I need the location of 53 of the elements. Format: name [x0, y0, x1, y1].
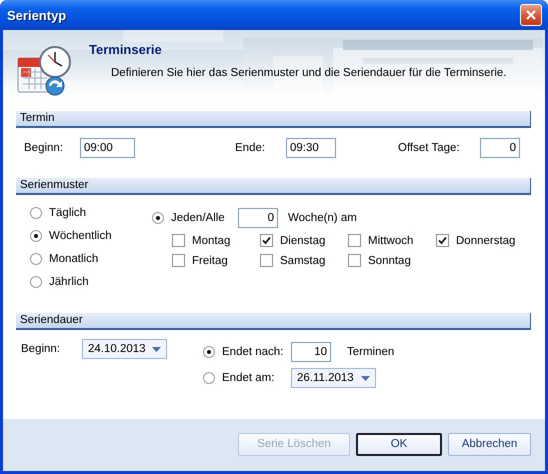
- banner-description: Definieren Sie hier das Serienmuster und die Seriendauer für die Terminserie.: [110, 67, 506, 79]
- checkbox[interactable]: [348, 254, 361, 267]
- section-header: Termin: [16, 111, 531, 128]
- checkbox-label: Dienstag: [280, 234, 326, 246]
- radio-button[interactable]: [30, 252, 42, 264]
- close-icon: [525, 9, 537, 21]
- checkbox[interactable]: [172, 234, 185, 247]
- count-field[interactable]: 10: [291, 342, 331, 362]
- field-label: Beginn:: [24, 142, 64, 154]
- radio-label: Endet nach:: [222, 346, 284, 358]
- radio-label: Monatlich: [49, 252, 98, 264]
- dropdown-arrow-icon[interactable]: [152, 346, 161, 352]
- radio-label: Täglich: [49, 206, 86, 218]
- radio-button[interactable]: [30, 206, 42, 218]
- radio-label: Jeden/Alle: [171, 212, 225, 224]
- input-field[interactable]: 09:00: [80, 138, 135, 158]
- close-button[interactable]: [520, 4, 542, 26]
- checkbox-label: Samstag: [280, 254, 326, 266]
- date-dropdown[interactable]: 24.10.2013: [82, 339, 167, 359]
- banner-title: Terminserie: [89, 42, 163, 57]
- radio-button[interactable]: [30, 276, 42, 288]
- window-title: Serientyp: [7, 8, 66, 22]
- checkbox[interactable]: [260, 234, 273, 247]
- checkbox-label: Donnerstag: [456, 234, 516, 246]
- radio-button[interactable]: [203, 346, 215, 358]
- input-field[interactable]: 0: [480, 138, 520, 158]
- dialog-button[interactable]: OK: [356, 432, 442, 456]
- checkbox[interactable]: [260, 254, 273, 267]
- radio-button[interactable]: [30, 230, 42, 242]
- radio-button[interactable]: [203, 372, 215, 384]
- checkbox-label: Montag: [192, 234, 230, 246]
- unit-label: Terminen: [347, 346, 394, 358]
- checkbox[interactable]: [436, 234, 449, 247]
- date-dropdown[interactable]: 26.11.2013: [291, 368, 376, 388]
- section-header: Serienmuster: [16, 178, 531, 195]
- input-field[interactable]: 09:30: [286, 138, 336, 158]
- radio-button[interactable]: [152, 212, 164, 224]
- section-header: Seriendauer: [16, 313, 531, 330]
- dialog-button[interactable]: Abbrechen: [448, 432, 531, 456]
- checkbox-label: Freitag: [192, 254, 228, 266]
- checkbox[interactable]: [348, 234, 361, 247]
- checkbox-label: Mittwoch: [368, 234, 414, 246]
- radio-label: Endet am:: [222, 372, 274, 384]
- field-label: Offset Tage:: [398, 142, 461, 154]
- checkbox[interactable]: [172, 254, 185, 267]
- radio-label: Jährlich: [49, 276, 89, 288]
- field-label: Beginn:: [21, 343, 62, 355]
- field-label: Ende:: [235, 142, 266, 154]
- dropdown-arrow-icon[interactable]: [361, 376, 370, 380]
- unit-label: Woche(n) am: [288, 212, 357, 224]
- checkbox-label: Sonntag: [368, 254, 411, 266]
- interval-field[interactable]: 0: [238, 208, 278, 228]
- radio-label: Wöchentlich: [49, 230, 112, 242]
